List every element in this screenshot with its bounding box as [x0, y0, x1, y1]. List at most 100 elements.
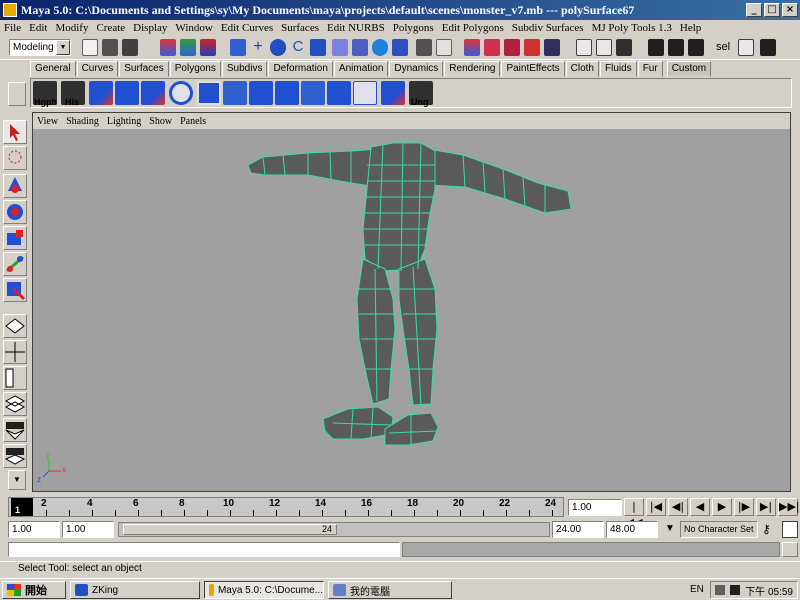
grid-icon[interactable] — [616, 39, 632, 56]
tab-fur[interactable]: Fur — [637, 61, 663, 77]
perspective-viewport[interactable]: x y z persp — [33, 129, 790, 491]
character-mesh[interactable] — [33, 129, 790, 491]
dropdown-arrow-icon[interactable]: ▼ — [56, 40, 70, 55]
poly-tool-1-icon[interactable] — [89, 81, 113, 105]
menu-display[interactable]: Display — [129, 22, 171, 34]
menu-set-dropdown[interactable]: Modeling ▼ — [9, 39, 71, 56]
snap-grid-icon[interactable] — [230, 39, 246, 56]
step-back-frame-button[interactable]: ◀| — [668, 498, 688, 516]
play-forwards-button[interactable]: ▶ — [712, 498, 732, 516]
tab-general[interactable]: General — [30, 61, 76, 77]
tab-dynamics[interactable]: Dynamics — [389, 61, 444, 77]
lock-icon[interactable] — [416, 39, 432, 56]
menu-create[interactable]: Create — [92, 22, 129, 34]
select-hierarchy-icon[interactable] — [160, 39, 176, 56]
network-icon[interactable] — [715, 585, 725, 595]
render-view-icon[interactable] — [352, 39, 368, 56]
layout-icon[interactable] — [596, 39, 612, 56]
menu-file[interactable]: File — [0, 22, 25, 34]
panel-menu-show[interactable]: Show — [145, 116, 176, 127]
tab-cloth[interactable]: Cloth — [565, 61, 599, 77]
layout-graph-icon[interactable] — [3, 418, 27, 442]
step-forward-key-button[interactable]: ▶| — [756, 498, 776, 516]
poly-tool-6-icon[interactable] — [275, 81, 299, 105]
clapper-3-icon[interactable] — [688, 39, 704, 56]
clapper-2-icon[interactable] — [668, 39, 684, 56]
start-button[interactable]: 開始 — [2, 581, 66, 599]
maximize-button[interactable]: □ — [764, 3, 780, 17]
toolbox-scroll-down-icon[interactable]: ▼ — [8, 470, 26, 490]
tab-subdivs[interactable]: Subdivs — [221, 61, 268, 77]
input-line-icon[interactable] — [436, 39, 452, 56]
current-frame-field[interactable]: 1.00 — [568, 499, 622, 516]
input-language-indicator[interactable]: EN — [690, 584, 704, 595]
layout-persp-outliner-icon[interactable] — [3, 366, 27, 390]
select-component-icon[interactable] — [200, 39, 216, 56]
rotate-tool-icon[interactable] — [3, 200, 27, 224]
poly-sphere-icon[interactable] — [169, 81, 193, 105]
select-object-icon[interactable] — [180, 39, 196, 56]
tab-custom[interactable]: Custom — [666, 61, 712, 77]
command-line-input[interactable] — [8, 542, 400, 557]
layout-single-icon[interactable] — [3, 314, 27, 338]
go-to-start-button[interactable]: |◀◀ — [624, 498, 644, 529]
step-back-key-button[interactable]: |◀ — [646, 498, 666, 516]
start-time-field[interactable]: 1.00 — [8, 521, 60, 538]
panel-menu-shading[interactable]: Shading — [62, 116, 103, 127]
key-icon[interactable]: ⚷ — [762, 521, 780, 538]
minimize-button[interactable]: _ — [746, 3, 762, 17]
poly-tool-8-icon[interactable] — [327, 81, 351, 105]
paint-icon[interactable] — [524, 39, 540, 56]
menu-edit[interactable]: Edit — [25, 22, 51, 34]
ipr-render-icon[interactable] — [392, 39, 408, 56]
script-editor-icon[interactable] — [782, 542, 798, 557]
tab-animation[interactable]: Animation — [333, 61, 389, 77]
menu-mj-poly-tools[interactable]: MJ Poly Tools 1.3 — [588, 22, 676, 34]
taskbar-item-maya[interactable]: Maya 5.0: C:\Docume... — [204, 581, 324, 599]
playback-start-field[interactable]: 1.00 — [62, 521, 114, 538]
menu-polygons[interactable]: Polygons — [389, 22, 438, 34]
time-slider[interactable]: 1 2 4 6 8 10 12 14 16 18 20 22 24 — [8, 497, 564, 517]
scale-tool-icon[interactable] — [3, 226, 27, 250]
title-bar[interactable]: Maya 5.0: C:\Documents and Settings\sy\M… — [0, 0, 800, 20]
poly-tool-9-icon[interactable] — [353, 81, 377, 105]
tab-fluids[interactable]: Fluids — [600, 61, 637, 77]
poly-cube-icon[interactable] — [197, 81, 221, 105]
tab-polygons[interactable]: Polygons — [169, 61, 221, 77]
poly-tool-5-icon[interactable] — [249, 81, 273, 105]
sel-mode-icon[interactable] — [738, 39, 754, 56]
sel-mask-icon[interactable] — [760, 39, 776, 56]
maya-app-icon[interactable] — [3, 3, 17, 17]
panel-menu-panels[interactable]: Panels — [176, 116, 210, 127]
end-time-field[interactable]: 48.00 — [606, 521, 658, 538]
poly-tool-2-icon[interactable] — [115, 81, 139, 105]
menu-edit-curves[interactable]: Edit Curves — [217, 22, 277, 34]
hotbox-icon[interactable] — [576, 39, 592, 56]
character-set-arrow-icon[interactable]: ▼ — [662, 521, 678, 538]
layout-stack-icon[interactable] — [3, 392, 27, 416]
poly-tool-4-icon[interactable] — [223, 81, 247, 105]
channel-box-icon[interactable] — [504, 39, 520, 56]
tool-settings-icon[interactable] — [484, 39, 500, 56]
tab-surfaces[interactable]: Surfaces — [119, 61, 169, 77]
snap-curve-icon[interactable] — [270, 39, 286, 56]
playback-end-field[interactable]: 24.00 — [552, 521, 604, 538]
outliner-icon[interactable] — [544, 39, 560, 56]
go-to-end-button[interactable]: ▶▶| — [778, 498, 800, 516]
lasso-tool-icon[interactable] — [3, 146, 27, 170]
range-slider[interactable]: 24 — [118, 522, 550, 537]
range-slider-thumb[interactable]: 24 — [123, 524, 337, 535]
close-button[interactable]: × — [782, 3, 798, 17]
layout-hypergraph-icon[interactable] — [3, 444, 27, 468]
tab-painteffects[interactable]: PaintEffects — [501, 61, 565, 77]
panel-menu-lighting[interactable]: Lighting — [103, 116, 145, 127]
menu-edit-nurbs[interactable]: Edit NURBS — [323, 22, 389, 34]
layout-four-icon[interactable] — [3, 340, 27, 364]
render-current-icon[interactable] — [372, 39, 388, 56]
character-set-field[interactable]: No Character Set — [680, 521, 758, 538]
tab-rendering[interactable]: Rendering — [444, 61, 501, 77]
menu-window[interactable]: Window — [171, 22, 216, 34]
menu-subdiv-surfaces[interactable]: Subdiv Surfaces — [508, 22, 588, 34]
taskbar-item-zking[interactable]: ZKing — [70, 581, 200, 599]
menu-modify[interactable]: Modify — [51, 22, 92, 34]
